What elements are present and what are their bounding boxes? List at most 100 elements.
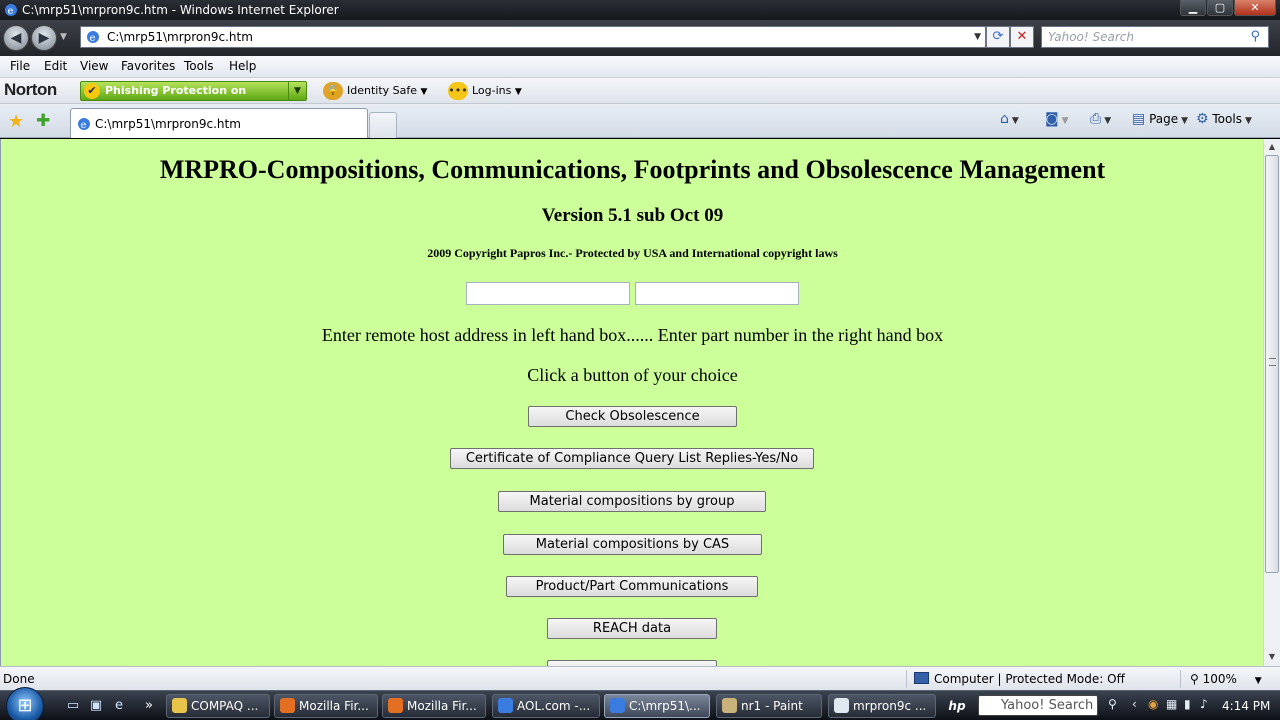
phishing-protection-button[interactable]: ✔ Phishing Protection on ▼ [80, 81, 307, 101]
taskbar-item-paint[interactable]: nr1 - Paint [716, 694, 822, 718]
address-dropdown-icon[interactable]: ▼ [974, 27, 981, 47]
copyright-text: 2009 Copyright Papros Inc.- Protected by… [427, 246, 838, 260]
volume-icon[interactable]: ♪ [1200, 697, 1208, 711]
taskbar-item-aol[interactable]: AOL.com -... [492, 694, 600, 718]
printer-icon: ⎙ [1090, 111, 1102, 127]
version-heading: Version 5.1 sub Oct 09 [541, 205, 724, 226]
back-button[interactable]: ◀ [3, 25, 29, 51]
menu-help[interactable]: Help [229, 56, 256, 77]
reach-data-button[interactable]: REACH data [547, 618, 717, 639]
check-obsolescence-button[interactable]: Check Obsolescence [528, 406, 737, 427]
compositions-by-group-button[interactable]: Material compositions by group [498, 491, 766, 512]
feeds-button[interactable]: ◙ ▼ [1045, 104, 1069, 134]
status-divider [1180, 670, 1181, 688]
scrollbar-thumb[interactable] [1265, 155, 1279, 573]
lock-icon: 🔒 [323, 82, 343, 100]
menu-file[interactable]: File [10, 56, 30, 77]
compositions-by-cas-button[interactable]: Material compositions by CAS [503, 534, 762, 555]
search-input[interactable]: Yahoo! Search ⚲ [1041, 26, 1269, 48]
hp-logo-icon: hp [948, 699, 966, 713]
tray-expand-icon[interactable]: ‹ [1132, 697, 1137, 711]
taskbar-item-compaq[interactable]: COMPAQ ... [166, 694, 270, 718]
ie-icon [498, 698, 513, 713]
firefox-icon [388, 698, 403, 713]
window-title-bar: e C:\mrp51\mrpron9c.htm - Windows Intern… [0, 0, 1280, 20]
svg-text:e: e [8, 6, 14, 17]
security-zone[interactable]: Computer | Protected Mode: Off [914, 667, 1125, 691]
grip-icon [1269, 358, 1276, 366]
chevron-down-icon: ▼ [1244, 116, 1252, 126]
refresh-button[interactable]: ⟳ [986, 26, 1010, 48]
menu-tools[interactable]: Tools [184, 56, 214, 77]
taskbar-item-ie-active[interactable]: C:\mrp51\... [604, 694, 710, 718]
taskbar-item-firefox-1[interactable]: Mozilla Fir... [274, 694, 378, 718]
taskbar-item-label: Mozilla Fir... [407, 699, 477, 713]
page-icon: e [87, 31, 99, 44]
product-communications-button[interactable]: Product/Part Communications [506, 576, 758, 597]
switch-windows-icon[interactable]: ▣ [87, 697, 105, 715]
chevron-down-icon: ▼ [1254, 676, 1262, 686]
windows-logo-icon: ⊞ [17, 695, 33, 716]
stop-icon: ✕ [1016, 29, 1028, 44]
favorites-star-icon[interactable]: ★ [8, 111, 24, 132]
tab-label: C:\mrp51\mrpron9c.htm [95, 117, 241, 131]
quicklaunch-more-icon[interactable]: » [140, 697, 158, 715]
taskbar-item-notepad[interactable]: mrpron9c ... [828, 694, 936, 718]
menu-view[interactable]: View [80, 56, 108, 77]
print-button[interactable]: ⎙ ▼ [1090, 104, 1111, 134]
home-icon: ⌂ [1000, 111, 1009, 127]
taskbar-item-firefox-2[interactable]: Mozilla Fir... [382, 694, 486, 718]
taskbar: ⊞ ▭ ▣ e » COMPAQ ... Mozilla Fir... Mozi… [0, 687, 1280, 720]
menu-edit[interactable]: Edit [44, 56, 67, 77]
refresh-icon: ⟳ [992, 29, 1004, 44]
ie-quicklaunch-icon[interactable]: e [110, 697, 128, 715]
forward-button[interactable]: ▶ [31, 25, 57, 51]
menu-favorites[interactable]: Favorites [121, 56, 175, 77]
vertical-scrollbar[interactable]: ▲ ▼ [1263, 139, 1280, 666]
arrow-left-icon: ◀ [10, 30, 22, 46]
identity-safe-button[interactable]: 🔒 Identity Safe ▼ [323, 81, 427, 101]
magnifier-icon: ⚲ [1190, 672, 1199, 686]
part-number-input[interactable] [635, 282, 799, 305]
recent-pages-dropdown[interactable]: ▼ [60, 32, 67, 42]
norton-tray-icon[interactable]: ◉ [1148, 697, 1158, 711]
window-title: C:\mrp51\mrpron9c.htm - Windows Internet… [22, 3, 339, 17]
add-favorites-icon[interactable]: ✚ [36, 111, 50, 131]
page-title: MRPRO-Compositions, Communications, Foot… [159, 155, 1106, 184]
new-tab-button[interactable] [369, 112, 397, 138]
address-bar[interactable]: e C:\mrp51\mrpron9c.htm ▼ [80, 26, 986, 48]
chevron-down-icon: ▼ [1061, 116, 1069, 126]
scroll-down-icon[interactable]: ▼ [1264, 649, 1280, 665]
start-button[interactable]: ⊞ [6, 687, 44, 720]
address-row: ◀ ▶ ▼ e C:\mrp51\mrpron9c.htm ▼ ⟳ ✕ Yaho… [0, 20, 1280, 56]
scroll-up-icon[interactable]: ▲ [1264, 139, 1280, 155]
norton-logo: Norton [4, 80, 57, 99]
page-menu-button[interactable]: ▤ Page ▼ [1132, 104, 1188, 134]
home-button[interactable]: ⌂ ▼ [1000, 104, 1019, 134]
menu-bar: File Edit View Favorites Tools Help [0, 56, 1280, 78]
taskbar-search-input[interactable]: Yahoo! Search [978, 695, 1098, 716]
zoom-level: 100% [1202, 672, 1237, 686]
close-button[interactable]: ✕ [1234, 0, 1276, 16]
phishing-dropdown-icon[interactable]: ▼ [288, 82, 306, 100]
certificate-of-compliance-button[interactable]: Certificate of Compliance Query List Rep… [450, 448, 814, 469]
address-url[interactable]: C:\mrp51\mrpron9c.htm [107, 27, 253, 47]
page-menu-label: Page [1149, 112, 1179, 126]
search-icon[interactable]: ⚲ [1250, 27, 1260, 47]
maximize-button[interactable]: ▢ [1207, 0, 1233, 16]
battery-icon[interactable]: ▮ [1184, 697, 1191, 711]
paint-icon [722, 698, 737, 713]
tab-active[interactable]: e C:\mrp51\mrpron9c.htm [70, 108, 368, 138]
gear-icon: ⚙ [1196, 111, 1209, 127]
search-icon[interactable]: ⚲ [1108, 697, 1117, 711]
show-desktop-icon[interactable]: ▭ [64, 697, 82, 715]
logins-button[interactable]: ••• Log-ins ▼ [448, 81, 522, 101]
arrow-right-icon: ▶ [38, 30, 50, 46]
remote-host-input[interactable] [466, 282, 630, 305]
tools-menu-button[interactable]: ⚙ Tools ▼ [1196, 104, 1252, 134]
network-icon[interactable]: ▦ [1166, 697, 1177, 711]
page-content: MRPRO-Compositions, Communications, Foot… [0, 139, 1263, 666]
minimize-button[interactable]: ▁ [1180, 0, 1206, 16]
clock[interactable]: 4:14 PM [1222, 691, 1270, 720]
stop-button[interactable]: ✕ [1010, 26, 1034, 48]
